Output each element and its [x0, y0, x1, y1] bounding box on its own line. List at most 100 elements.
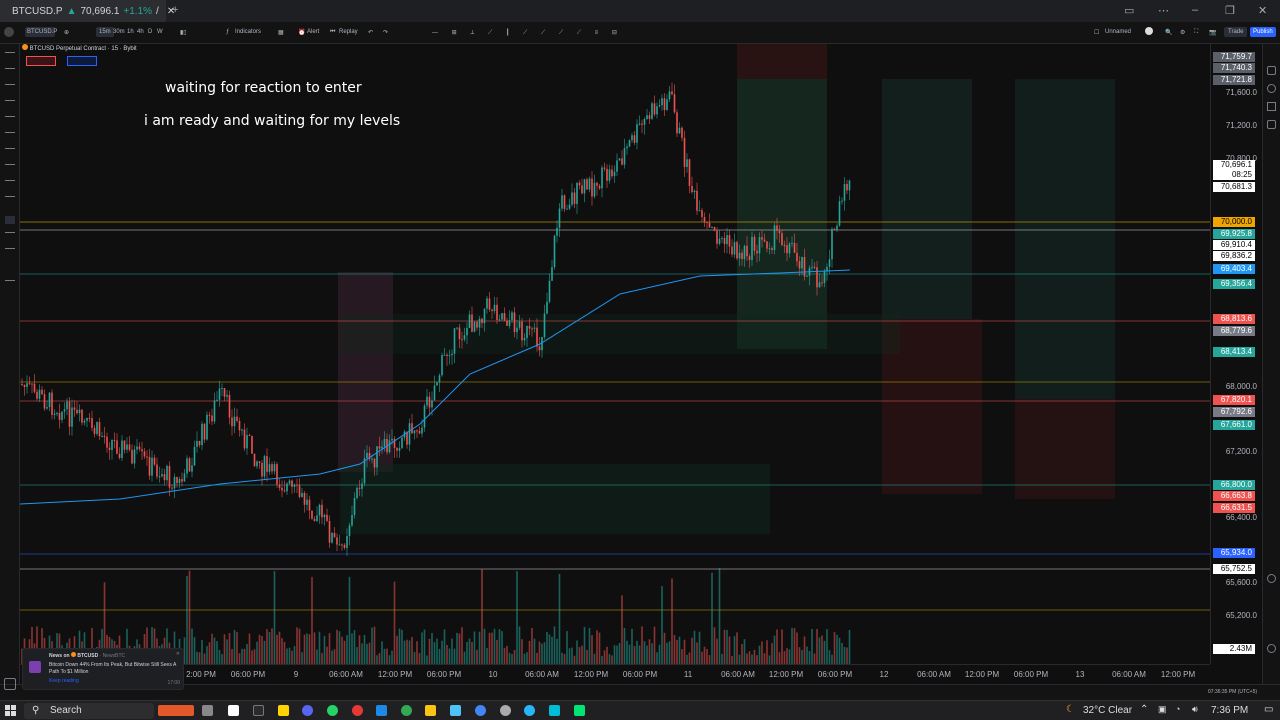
- legend-title: BTCUSD Perpetual Contract · 15 · Bybit: [29, 46, 137, 52]
- user-avatar[interactable]: [4, 27, 14, 37]
- new-tab-icon[interactable]: +: [172, 4, 178, 16]
- app-cyan-icon[interactable]: [549, 705, 560, 716]
- fullscreen-icon[interactable]: ⛶: [1194, 29, 1198, 36]
- interval-1h[interactable]: 1h: [127, 29, 134, 35]
- taskbar-time[interactable]: 7:36 PM: [1211, 705, 1248, 716]
- windows-start-icon[interactable]: [5, 705, 16, 716]
- news-close-icon[interactable]: ✕: [176, 651, 180, 657]
- forecast-tool-icon[interactable]: [5, 116, 15, 117]
- chrome-icon[interactable]: [401, 705, 412, 716]
- more-options-icon[interactable]: ⋯: [1158, 4, 1169, 17]
- weather-text[interactable]: 32°C Clear: [1083, 705, 1132, 716]
- close-window-icon[interactable]: ✕: [1258, 4, 1267, 17]
- layout-name[interactable]: Unnamed: [1105, 29, 1131, 35]
- interval-30m[interactable]: 30m: [113, 29, 125, 35]
- maximize-icon[interactable]: ❐: [1225, 4, 1235, 17]
- interval-15m[interactable]: 15m: [96, 27, 114, 37]
- text-tool-icon[interactable]: [5, 148, 15, 149]
- candle-body: [793, 242, 796, 253]
- news-headline[interactable]: Bitcoin Down 44% From Its Peak, But Bitw…: [49, 662, 179, 676]
- discord-icon[interactable]: [302, 705, 313, 716]
- whatsapp-icon[interactable]: [327, 705, 338, 716]
- help-icon[interactable]: [1267, 644, 1276, 653]
- templates-icon[interactable]: ▦: [278, 29, 284, 36]
- layout-icon[interactable]: ☐: [1094, 29, 1099, 36]
- news-toast[interactable]: News on BTCUSD · NewsBTC Bitcoin Down 44…: [22, 648, 184, 690]
- pattern-tool-icon[interactable]: [5, 100, 15, 101]
- interval-w[interactable]: W: [157, 29, 163, 35]
- magnet-tool-icon[interactable]: [5, 216, 15, 224]
- watchlist-icon[interactable]: [1267, 66, 1276, 75]
- hide-tool-icon[interactable]: [5, 248, 15, 249]
- bing-highlight-icon[interactable]: [158, 705, 194, 716]
- app-doc-icon[interactable]: [376, 705, 387, 716]
- measure-tool-icon[interactable]: [5, 180, 15, 181]
- file-explorer-icon[interactable]: [425, 705, 436, 716]
- trade-button[interactable]: Trade: [1224, 27, 1248, 37]
- candle-type-icon[interactable]: ▮▯: [180, 29, 187, 36]
- chart-canvas[interactable]: [20, 44, 1210, 664]
- trash-tool-icon[interactable]: [5, 280, 15, 281]
- zoom-tool-icon[interactable]: [5, 196, 15, 197]
- price-scale[interactable]: 71,600.0 71,200.0 70,800.0 68,000.0 67,200.0…: [1210, 44, 1262, 664]
- chrome-2-icon[interactable]: [475, 705, 486, 716]
- app-red-icon[interactable]: [352, 705, 363, 716]
- app-yellow-icon[interactable]: [278, 705, 289, 716]
- add-symbol-icon[interactable]: ⊕: [64, 29, 69, 36]
- indicators-icon[interactable]: ƒ: [226, 29, 229, 35]
- interval-d[interactable]: D: [148, 29, 152, 35]
- notifications-icon[interactable]: ▭: [1264, 704, 1273, 715]
- trendline-tool-icon[interactable]: [5, 68, 15, 69]
- replay-button[interactable]: Replay: [339, 29, 358, 35]
- app-green-icon[interactable]: [574, 705, 585, 716]
- undo-icon[interactable]: ↶: [368, 29, 373, 36]
- price-tag: 68,813.6: [1213, 314, 1255, 324]
- snapshot-icon[interactable]: 📷: [1209, 29, 1216, 36]
- chat-icon[interactable]: [1267, 120, 1276, 129]
- publish-button[interactable]: Publish: [1250, 27, 1276, 37]
- app-bird-icon[interactable]: [450, 705, 461, 716]
- fib-tool-icon[interactable]: [5, 84, 15, 85]
- crosshair-tool-icon[interactable]: [5, 52, 15, 53]
- lock-tool-icon[interactable]: [5, 232, 15, 233]
- sell-button[interactable]: [26, 56, 56, 66]
- volume-icon[interactable]: 🔊︎: [1192, 704, 1198, 715]
- tradingview-icon[interactable]: [228, 705, 239, 716]
- task-view-icon[interactable]: [202, 705, 213, 716]
- alert-button[interactable]: Alert: [307, 29, 319, 35]
- telegram-icon[interactable]: [524, 705, 535, 716]
- drawing-tools-strip[interactable]: — ⊞ ⟂ ⟋ ┃ ⟋ ⟋ ⟋ ⟋ ≡ ⊟: [432, 29, 623, 37]
- ideas-icon[interactable]: [1267, 574, 1276, 583]
- tray-app-icon[interactable]: ▣: [1158, 704, 1167, 715]
- cast-icon[interactable]: ▭: [1124, 4, 1134, 17]
- time-scale[interactable]: 2:00 PM 06:00 PM 9 06:00 AM 12:00 PM 06:00 PM…: [20, 664, 1210, 684]
- candle-body: [768, 248, 771, 250]
- interval-4h[interactable]: 4h: [137, 29, 144, 35]
- taskbar-search-box[interactable]: ⚲ Search: [24, 703, 154, 719]
- bottom-panel-toggle-icon[interactable]: [4, 678, 16, 690]
- notion-icon[interactable]: [253, 705, 264, 716]
- volume-bar: [583, 626, 586, 664]
- object-tree-icon[interactable]: [1267, 102, 1276, 111]
- quick-search-icon[interactable]: 🔍: [1165, 29, 1172, 36]
- alert-icon[interactable]: ⏰: [298, 29, 305, 36]
- tray-chevron-icon[interactable]: ⌃: [1140, 704, 1148, 715]
- indicators-button[interactable]: Indicators: [235, 29, 261, 35]
- save-icon[interactable]: [1145, 27, 1153, 35]
- alerts-icon[interactable]: [1267, 84, 1276, 93]
- news-keep-reading[interactable]: Keep reading: [49, 678, 179, 684]
- icon-tool-icon[interactable]: [5, 164, 15, 165]
- minimize-icon[interactable]: –: [1192, 4, 1198, 16]
- candle-body: [771, 248, 773, 250]
- volume-bar: [303, 634, 306, 664]
- settings-app-icon[interactable]: [500, 705, 511, 716]
- settings-icon[interactable]: ⚙: [1180, 29, 1185, 36]
- symbol-search-button[interactable]: BTCUSD.P: [25, 27, 57, 37]
- replay-icon[interactable]: ⏮: [330, 29, 335, 36]
- buy-button[interactable]: [67, 56, 97, 66]
- shapes-tool-icon[interactable]: [5, 132, 15, 133]
- browser-tab[interactable]: BTCUSD.P ▲ 70,696.1 +1.1% / ✕: [0, 0, 175, 22]
- wifi-icon[interactable]: ◔: [1175, 704, 1180, 714]
- price-chart[interactable]: waiting for reaction to enter i am ready…: [20, 44, 1210, 664]
- redo-icon[interactable]: ↷: [383, 29, 388, 36]
